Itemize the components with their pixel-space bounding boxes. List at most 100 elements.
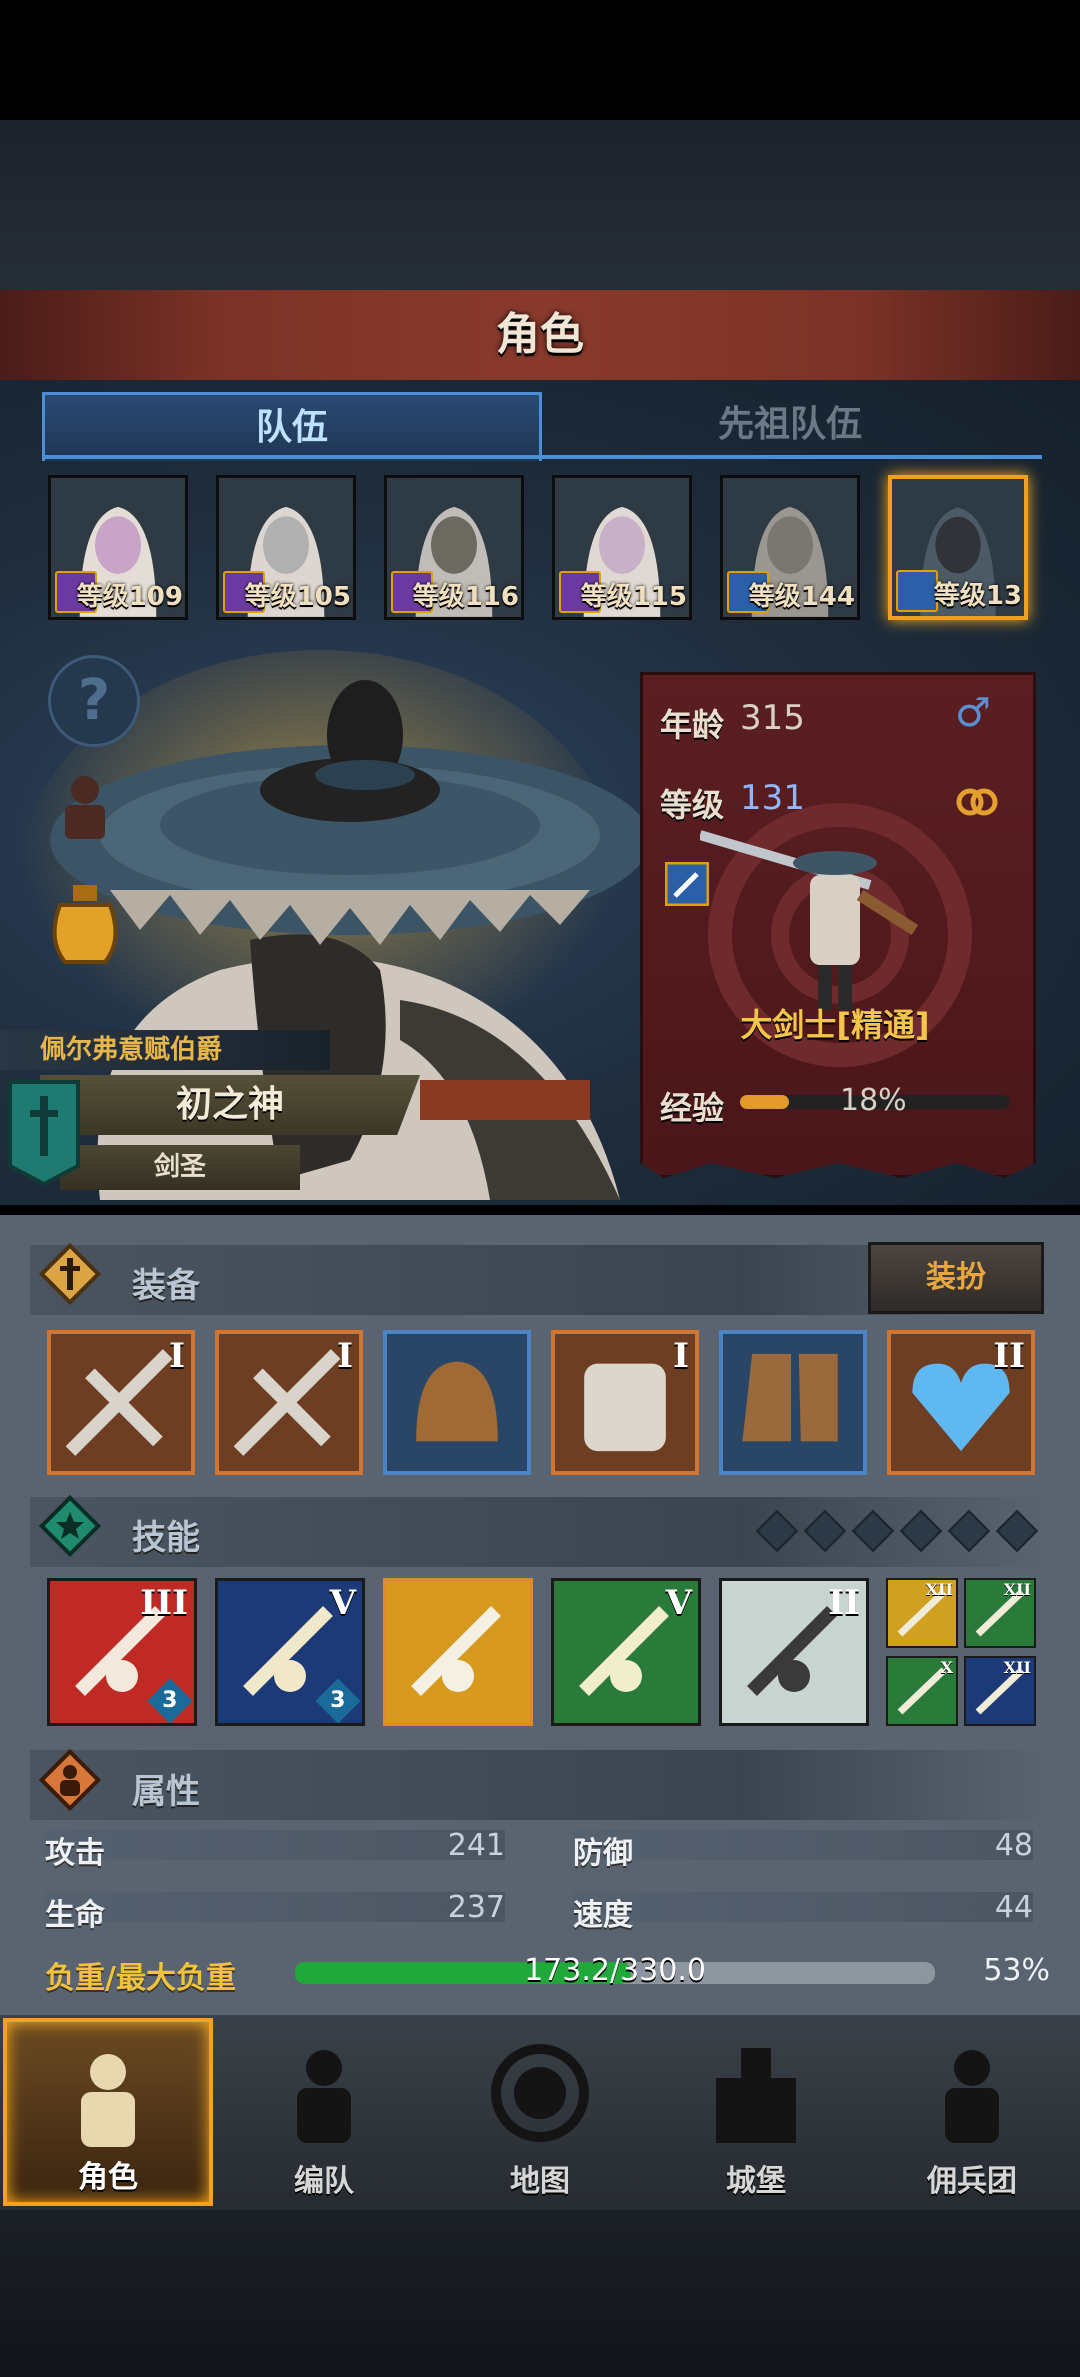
skill-icon (411, 1606, 501, 1696)
equipment-tier: I (337, 1336, 353, 1376)
bottom-dark-band (0, 2210, 1080, 2377)
rings-icon (956, 788, 998, 816)
hero-class-short: 剑圣 (60, 1145, 300, 1190)
hero-silhouette-icon[interactable] (40, 760, 130, 850)
roster-level: 等级13 (933, 581, 1022, 611)
tab-team[interactable]: 队伍 (42, 392, 542, 461)
help-icon[interactable]: ? (48, 655, 140, 747)
nav-label: 佣兵团 (927, 2164, 1017, 2199)
equipment-tier: I (673, 1336, 689, 1376)
skill-tier: II (828, 1583, 860, 1623)
equipment-slot-boots[interactable] (719, 1330, 867, 1475)
equipment-slot-weapon[interactable]: I (47, 1330, 195, 1475)
nav-item[interactable]: 城堡 (651, 2018, 861, 2206)
nav-label: 编队 (294, 2164, 354, 2199)
roster-level: 等级105 (244, 582, 351, 612)
roster-card[interactable]: 等级105 (216, 475, 356, 620)
nav-label: 角色 (78, 2160, 138, 2195)
nav-item[interactable]: 地图 (435, 2018, 645, 2206)
passive-skill-tier: X (940, 1658, 953, 1677)
hero-class-full: 大剑士[精通] (740, 1006, 930, 1044)
helmet-icon (416, 1361, 498, 1442)
roster-level: 等级109 (76, 582, 183, 612)
speed-label: 速度 (573, 1898, 633, 1933)
equipment-slot-weapon[interactable]: I (215, 1330, 363, 1475)
equipment-slot-helmet[interactable] (383, 1330, 531, 1475)
equipment-label: 装备 (132, 1266, 200, 1306)
attack-label: 攻击 (45, 1836, 105, 1871)
age-label: 年龄 (660, 706, 725, 744)
equipment-tier: II (993, 1336, 1025, 1376)
skill-tier: III (140, 1583, 188, 1623)
dress-up-button[interactable]: 装扮 (868, 1242, 1044, 1314)
skill-slot[interactable]: V3 (215, 1578, 365, 1726)
level-value: 131 (740, 778, 805, 818)
attributes-label: 属性 (132, 1772, 200, 1812)
hero-honor-title: 佩尔弗意赋伯爵 (0, 1030, 330, 1070)
class-banner-icon (8, 1080, 80, 1186)
potion-icon[interactable] (45, 880, 125, 970)
roster-level: 等级115 (580, 582, 687, 612)
passive-skill-slot[interactable]: XII (964, 1578, 1036, 1648)
passive-skill-tier: XII (1003, 1658, 1031, 1677)
nav-item[interactable]: 佣兵团 (867, 2018, 1077, 2206)
defense-label: 防御 (573, 1836, 633, 1871)
passive-skill-slot[interactable]: XII (886, 1578, 958, 1648)
nav-label: 城堡 (726, 2164, 786, 2199)
load-value: 173.2/330.0 (524, 1953, 706, 1988)
skill-slot[interactable]: V (551, 1578, 701, 1726)
nav-item[interactable]: 编队 (219, 2018, 429, 2206)
skill-slot[interactable] (383, 1578, 533, 1726)
map-icon (491, 2044, 589, 2142)
male-icon: ♂ (955, 690, 991, 736)
skill-slot[interactable]: II (719, 1578, 869, 1726)
passive-skill-tier: XII (925, 1580, 953, 1599)
passive-skill-slot[interactable]: XII (964, 1656, 1036, 1726)
roster-card[interactable]: 等级116 (384, 475, 524, 620)
hero-sprite (700, 830, 919, 1010)
equipment-tier: I (169, 1336, 185, 1376)
roster-level: 等级144 (748, 582, 855, 612)
tab-underline (42, 455, 1042, 459)
speed-value: 44 (994, 1890, 1033, 1925)
skill-badge-count: 3 (162, 1688, 178, 1713)
skills-icon (38, 1494, 102, 1558)
hero-name[interactable]: 初之神 (40, 1075, 420, 1135)
equipment-slot-armor[interactable]: I (551, 1330, 699, 1475)
tab-ancestor-team[interactable]: 先祖队伍 (540, 392, 1040, 458)
skill-tier: V (665, 1583, 692, 1623)
skill-tier: V (329, 1583, 356, 1623)
age-value: 315 (740, 698, 805, 738)
hp-value: 237 (447, 1890, 505, 1925)
xp-label: 经验 (660, 1089, 725, 1127)
nav-label: 地图 (510, 2164, 570, 2199)
roster-level: 等级116 (412, 582, 519, 612)
nav-item[interactable]: 角色 (3, 2018, 213, 2206)
page-title: 角色 (496, 309, 584, 360)
attributes-icon (38, 1748, 102, 1812)
load-label: 负重/最大负重 (45, 1961, 236, 1996)
boots-icon (742, 1353, 838, 1442)
mercenary-icon (945, 2050, 999, 2143)
skills-label: 技能 (132, 1518, 200, 1558)
equipment-icon (38, 1242, 102, 1306)
load-percent: 53% (983, 1953, 1050, 1988)
sword-icon (896, 570, 938, 612)
squad-icon (297, 2050, 351, 2143)
skill-badge-count: 3 (330, 1688, 346, 1713)
roster-card[interactable]: 等级13 (888, 475, 1028, 620)
passive-skill-tier: XII (1003, 1580, 1031, 1599)
knight-icon (81, 2054, 135, 2147)
defense-value: 48 (994, 1828, 1033, 1863)
equipment-slot-amulet[interactable]: II (887, 1330, 1035, 1475)
xp-percent: 18% (840, 1083, 907, 1118)
roster-card[interactable]: 等级144 (720, 475, 860, 620)
skill-slot[interactable]: III 3 (47, 1578, 197, 1726)
top-dark-band (0, 120, 1080, 290)
attack-value: 241 (447, 1828, 505, 1863)
roster-card[interactable]: 等级115 (552, 475, 692, 620)
roster-card[interactable]: 等级109 (48, 475, 188, 620)
xp-bar-fill (740, 1095, 789, 1109)
passive-skill-slot[interactable]: X (886, 1656, 958, 1726)
hp-label: 生命 (45, 1898, 105, 1933)
